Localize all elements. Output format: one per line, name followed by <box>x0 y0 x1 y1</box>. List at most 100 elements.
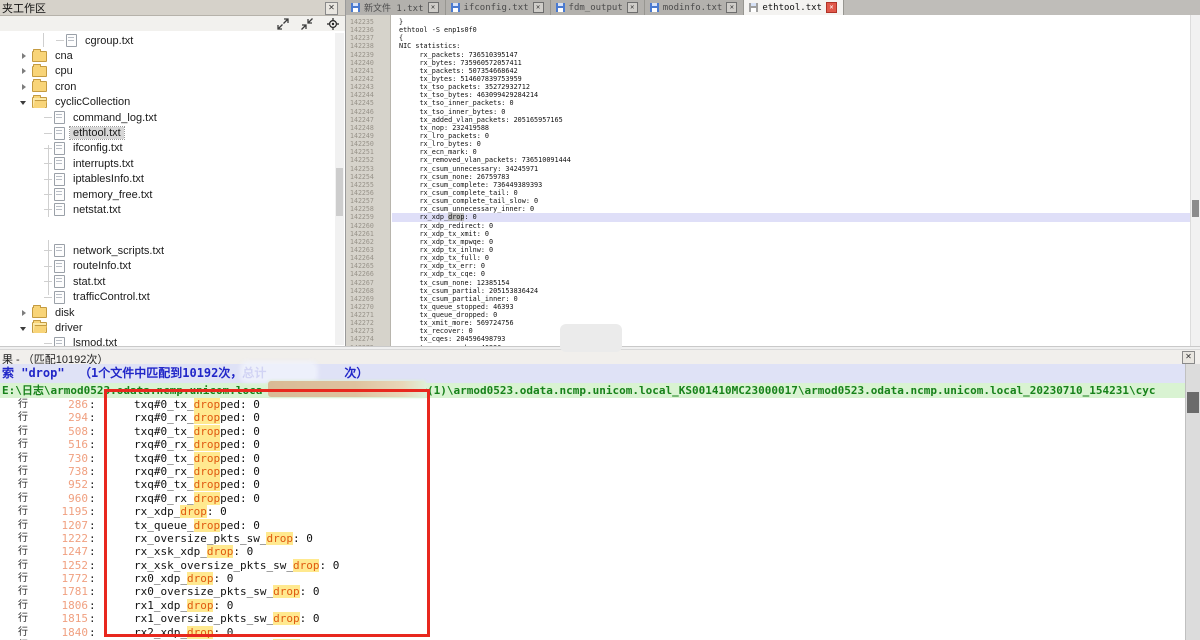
result-row-prefix: 行 <box>18 599 28 612</box>
results-scrollbar[interactable] <box>1185 364 1200 640</box>
editor-body[interactable]: 1422351422361422371422381422391422401422… <box>346 15 1200 346</box>
tab-ethtool.txt[interactable]: ethtool.txt✕ <box>744 0 844 15</box>
close-tab-icon[interactable]: ✕ <box>428 2 439 13</box>
tree-folder-cyclicCollection[interactable]: cyclicCollection <box>0 95 334 110</box>
code-line: tx_tso_bytes: 463099429284214 <box>399 91 1191 99</box>
tree-scrollbar-thumb[interactable] <box>336 168 343 216</box>
save-icon <box>451 3 460 12</box>
tab-fdm_output[interactable]: fdm_output✕ <box>551 0 645 15</box>
result-line-number: 1815 <box>38 612 88 625</box>
code-area[interactable]: }ethtool -S enp1s0f0{NIC statistics: rx_… <box>399 15 1191 346</box>
result-line-number: 1207 <box>38 519 88 532</box>
line-number: 142250 <box>346 140 390 148</box>
tree-file-trafficControl.txt[interactable]: trafficControl.txt <box>0 289 334 304</box>
editor-scrollbar[interactable] <box>1190 15 1200 346</box>
result-row[interactable]: 行738:rxq#0_rx_dropped: 0 <box>0 465 1186 478</box>
result-row[interactable]: 行294:rxq#0_rx_dropped: 0 <box>0 411 1186 424</box>
result-row[interactable]: 行1815:rx1_oversize_pkts_sw_drop: 0 <box>0 612 1186 625</box>
match-highlight: drop <box>194 452 221 465</box>
result-row[interactable]: 行1252:rx_xsk_oversize_pkts_sw_drop: 0 <box>0 559 1186 572</box>
line-number: 142244 <box>346 91 390 99</box>
result-text: rxq#0_rx_dropped: 0 <box>134 465 260 478</box>
tree-file-lsmod.txt[interactable]: lsmod.txt <box>0 336 334 346</box>
result-line-number: 1772 <box>38 572 88 585</box>
tree-scrollbar[interactable] <box>335 33 344 345</box>
result-row[interactable]: 行286:txq#0_tx_dropped: 0 <box>0 398 1186 411</box>
close-results-icon[interactable]: ✕ <box>1182 351 1195 364</box>
file-icon <box>54 142 65 155</box>
result-line-number: 1252 <box>38 559 88 572</box>
result-row[interactable]: 行508:txq#0_tx_dropped: 0 <box>0 425 1186 438</box>
close-icon[interactable]: ✕ <box>325 2 338 15</box>
result-row[interactable]: 行1195:rx_xdp_drop: 0 <box>0 505 1186 518</box>
result-colon: : <box>89 519 96 532</box>
tab-ifconfig.txt[interactable]: ifconfig.txt✕ <box>446 0 551 15</box>
result-row[interactable]: 行1840:rx2_xdp_drop: 0 <box>0 626 1186 639</box>
result-row-prefix: 行 <box>18 465 28 478</box>
tree-file-cgroup.txt[interactable]: cgroup.txt <box>0 33 334 48</box>
expand-all-icon[interactable] <box>277 18 289 30</box>
file-icon <box>54 111 65 124</box>
tree-connector <box>44 297 52 298</box>
tree-file-ethtool.txt[interactable]: ethtool.txt <box>0 125 334 140</box>
tree-file-iptablesInfo.txt[interactable]: iptablesInfo.txt <box>0 172 334 187</box>
tree-file-ifconfig.txt[interactable]: ifconfig.txt <box>0 141 334 156</box>
editor-scrollbar-thumb[interactable] <box>1192 200 1199 217</box>
line-number: 142272 <box>346 319 390 327</box>
code-line: tx_queue_stopped: 46393 <box>399 303 1191 311</box>
tab-新文件 1.txt[interactable]: 新文件 1.txt✕ <box>346 0 446 15</box>
code-line: rx_removed_vlan_packets: 736510091444 <box>399 156 1191 164</box>
result-row-prefix: 行 <box>18 425 28 438</box>
collapse-all-icon[interactable] <box>301 18 313 30</box>
close-tab-icon[interactable]: ✕ <box>533 2 544 13</box>
tree-folder-cron[interactable]: cron <box>0 79 334 94</box>
tree-file-stat.txt[interactable]: stat.txt <box>0 274 334 289</box>
result-row[interactable]: 行952:txq#0_tx_dropped: 0 <box>0 478 1186 491</box>
result-row[interactable]: 行960:rxq#0_rx_dropped: 0 <box>0 492 1186 505</box>
code-line: } <box>399 18 1191 26</box>
chevron-right-icon[interactable] <box>20 83 28 91</box>
tree-item-label: cna <box>52 50 76 62</box>
result-colon: : <box>89 612 96 625</box>
result-row-prefix: 行 <box>18 505 28 518</box>
line-number: 142271 <box>346 311 390 319</box>
tree-file-interrupts.txt[interactable]: interrupts.txt <box>0 156 334 171</box>
close-tab-icon[interactable]: ✕ <box>826 2 837 13</box>
tree-file-command_log.txt[interactable]: command_log.txt <box>0 110 334 125</box>
chevron-right-icon[interactable] <box>20 67 28 75</box>
results-scrollbar-thumb[interactable] <box>1187 392 1199 413</box>
tree-connector <box>44 117 52 118</box>
result-file-path[interactable]: E:\日志\armod0523.odata.ncmp.unicom.locar(… <box>0 383 1186 398</box>
code-line: tx_xmit_more: 569724756 <box>399 319 1191 327</box>
close-tab-icon[interactable]: ✕ <box>627 2 638 13</box>
result-row[interactable]: 行1781:rx0_oversize_pkts_sw_drop: 0 <box>0 585 1186 598</box>
result-row[interactable]: 行1222:rx_oversize_pkts_sw_drop: 0 <box>0 532 1186 545</box>
chevron-down-icon[interactable] <box>20 98 28 106</box>
tree-file-routeInfo.txt[interactable]: routeInfo.txt <box>0 259 334 274</box>
close-tab-icon[interactable]: ✕ <box>726 2 737 13</box>
result-text: rx1_oversize_pkts_sw_drop: 0 <box>134 612 319 625</box>
tree-folder-driver[interactable]: driver <box>0 320 334 335</box>
result-row[interactable]: 行516:rxq#0_rx_dropped: 0 <box>0 438 1186 451</box>
locate-file-icon[interactable] <box>327 18 339 30</box>
match-highlight: drop <box>266 532 293 545</box>
tree-file-network_scripts.txt[interactable]: network_scripts.txt <box>0 243 334 258</box>
tree-item-label: network_scripts.txt <box>70 245 167 257</box>
result-row[interactable]: 行730:txq#0_tx_dropped: 0 <box>0 452 1186 465</box>
tab-modinfo.txt[interactable]: modinfo.txt✕ <box>645 0 745 15</box>
line-number: 142259 <box>346 213 390 221</box>
result-row[interactable]: 行1207:tx_queue_dropped: 0 <box>0 519 1186 532</box>
result-row[interactable]: 行1772:rx0_xdp_drop: 0 <box>0 572 1186 585</box>
result-line-number: 1806 <box>38 599 88 612</box>
tree-file-netstat.txt[interactable]: netstat.txt <box>0 202 334 217</box>
result-text: tx_queue_dropped: 0 <box>134 519 260 532</box>
tree-folder-disk[interactable]: disk <box>0 305 334 320</box>
tree-folder-cna[interactable]: cna <box>0 48 334 63</box>
result-row[interactable]: 行1247:rx_xsk_xdp_drop: 0 <box>0 545 1186 558</box>
chevron-down-icon[interactable] <box>20 324 28 332</box>
result-row[interactable]: 行1806:rx1_xdp_drop: 0 <box>0 599 1186 612</box>
chevron-right-icon[interactable] <box>20 309 28 317</box>
tree-folder-cpu[interactable]: cpu <box>0 64 334 79</box>
chevron-right-icon[interactable] <box>20 52 28 60</box>
tree-file-memory_free.txt[interactable]: memory_free.txt <box>0 187 334 202</box>
